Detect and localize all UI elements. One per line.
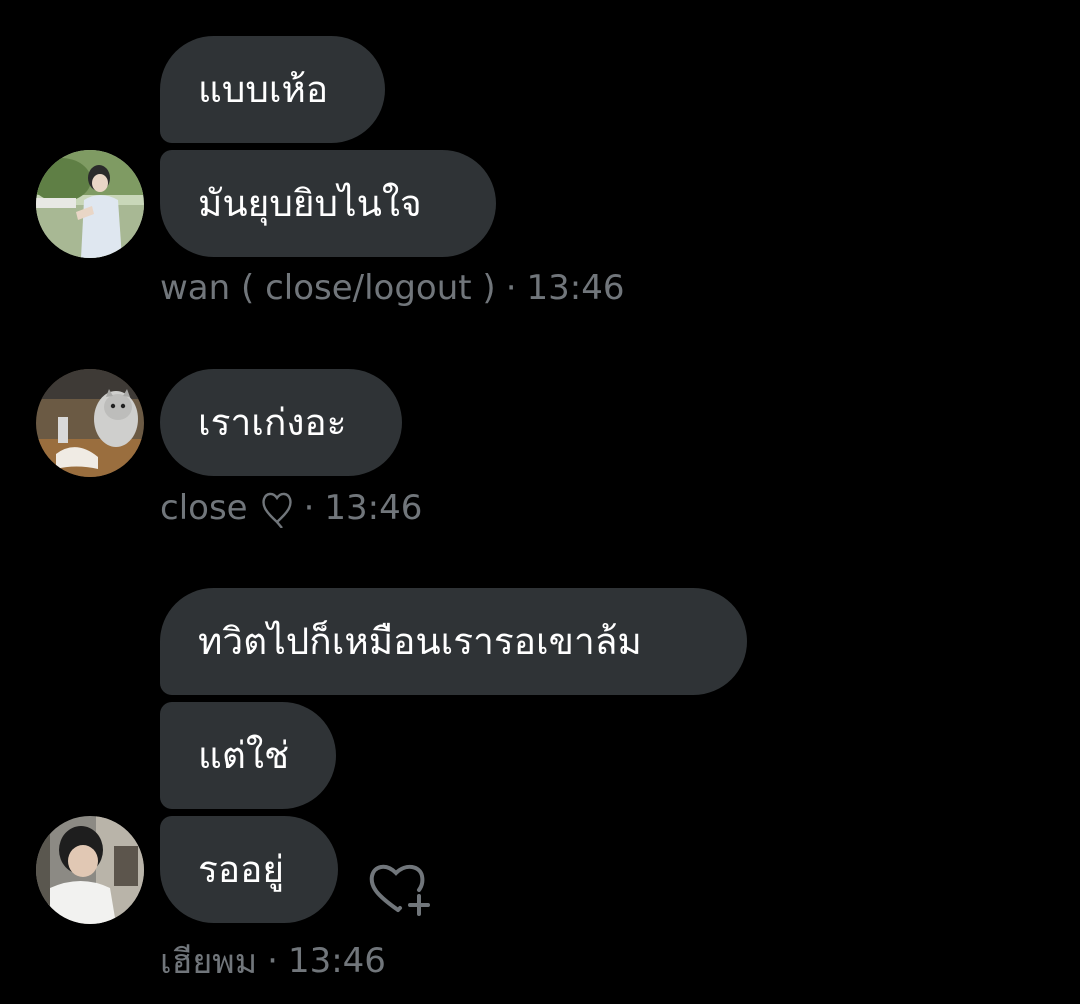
message-bubble[interactable]: แต่ใช่ [160,702,336,809]
timestamp: 13:46 [324,488,423,528]
avatar-image [36,150,144,258]
meta-separator: · [303,488,315,528]
avatar[interactable] [36,150,144,258]
sender-name[interactable]: wan ( close/logout ) [160,268,496,308]
sender-emoji-icon [260,488,294,529]
timestamp: 13:46 [287,941,386,981]
avatar[interactable] [36,369,144,477]
message-meta: เฮียพม · 13:46 [160,934,386,988]
meta-separator: · [267,941,278,981]
message-meta: wan ( close/logout ) · 13:46 [160,268,624,308]
message-meta: close · 13:46 [160,488,423,529]
message-bubble[interactable]: ทวิตไปก็เหมือนเรารอเขาล้ม [160,588,747,695]
avatar-image [36,816,144,924]
message-bubble[interactable]: มันยุบยิบไนใจ [160,150,496,257]
avatar[interactable] [36,816,144,924]
avatar-image [36,369,144,477]
add-reaction-heart-icon[interactable] [364,856,436,920]
meta-separator: · [505,268,517,308]
message-bubble[interactable]: แบบเห้อ [160,36,385,143]
sender-name[interactable]: เฮียพม [160,934,257,988]
sender-name[interactable]: close [160,488,248,528]
message-bubble[interactable]: รออยู่ [160,816,338,923]
timestamp: 13:46 [526,268,625,308]
message-bubble[interactable]: เราเก่งอะ [160,369,402,476]
